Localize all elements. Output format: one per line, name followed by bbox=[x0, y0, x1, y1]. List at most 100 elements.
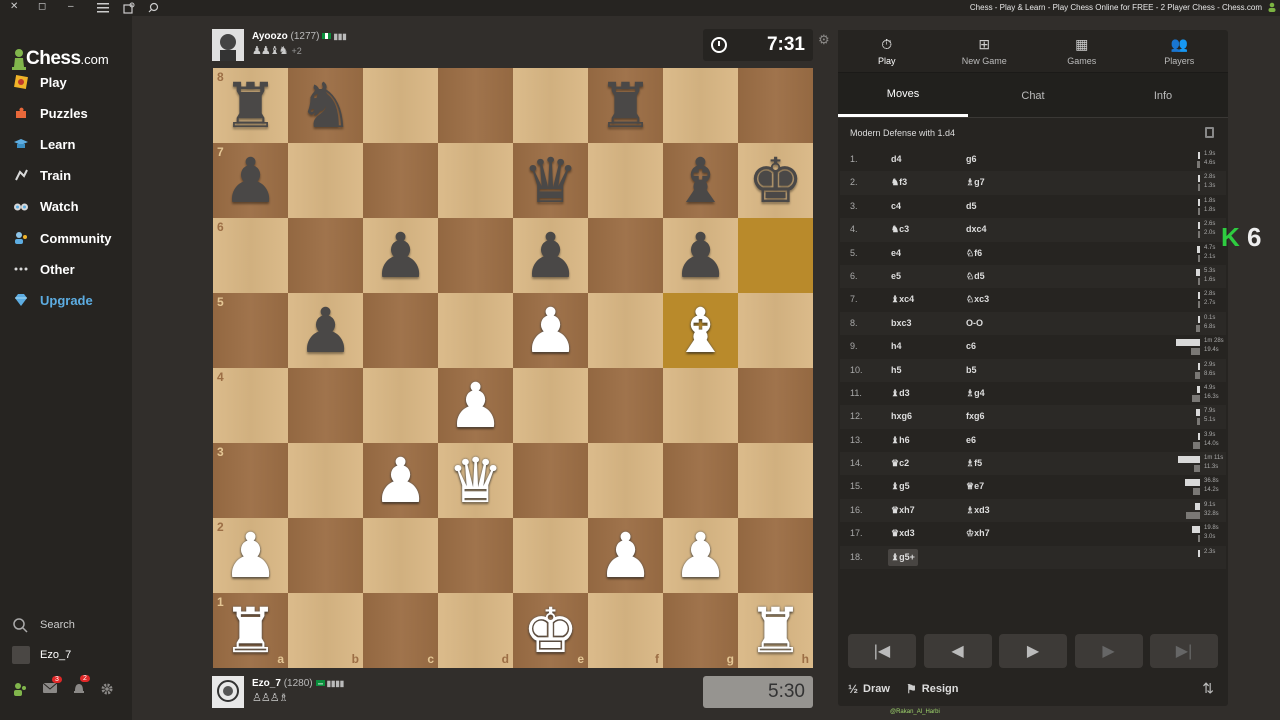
black-pawn-a7[interactable]: ♟ bbox=[213, 143, 288, 218]
square-c8[interactable] bbox=[363, 68, 438, 143]
white-move[interactable]: ♞f3 bbox=[888, 177, 910, 188]
white-rook-a1[interactable]: ♜ bbox=[213, 593, 288, 668]
white-king-e1[interactable]: ♚ bbox=[513, 593, 588, 668]
square-h6[interactable] bbox=[738, 218, 813, 293]
white-pawn-c3[interactable]: ♟ bbox=[363, 443, 438, 518]
white-move[interactable]: e4 bbox=[888, 248, 904, 258]
opponent-name[interactable]: Ayoozo (1277) ▮▮▮ bbox=[252, 31, 347, 42]
user-profile-icon[interactable] bbox=[1268, 2, 1276, 12]
last-move-button[interactable]: ▶| bbox=[1150, 634, 1218, 668]
square-a4[interactable]: 4 bbox=[213, 368, 288, 443]
square-b3[interactable] bbox=[288, 443, 363, 518]
sidebar-item-train[interactable]: Train bbox=[0, 162, 132, 188]
white-move[interactable]: hxg6 bbox=[888, 411, 915, 421]
square-g4[interactable] bbox=[663, 368, 738, 443]
square-f1[interactable]: f bbox=[588, 593, 663, 668]
draw-button[interactable]: ½ Draw bbox=[848, 682, 890, 696]
next-move-button[interactable]: ▶ bbox=[1074, 634, 1143, 668]
close-window-icon[interactable]: ✕ bbox=[10, 1, 18, 12]
black-move[interactable]: ♘xc3 bbox=[966, 294, 989, 305]
black-move[interactable]: ♗f5 bbox=[966, 458, 982, 469]
square-f5[interactable] bbox=[588, 293, 663, 368]
square-b1[interactable]: b bbox=[288, 593, 363, 668]
extensions-icon[interactable] bbox=[123, 2, 135, 14]
black-move[interactable]: dxc4 bbox=[966, 224, 987, 234]
black-pawn-e6[interactable]: ♟ bbox=[513, 218, 588, 293]
square-b7[interactable] bbox=[288, 143, 363, 218]
white-pawn-f2[interactable]: ♟ bbox=[588, 518, 663, 593]
flip-board-icon[interactable]: ⇅ bbox=[1202, 680, 1214, 697]
square-e3[interactable] bbox=[513, 443, 588, 518]
square-f6[interactable] bbox=[588, 218, 663, 293]
square-f7[interactable] bbox=[588, 143, 663, 218]
white-move[interactable]: ♛c2 bbox=[888, 458, 912, 469]
board-settings-gear-icon[interactable]: ⚙ bbox=[818, 32, 830, 48]
copy-pgn-icon[interactable] bbox=[1205, 127, 1214, 138]
black-move[interactable]: ♕e7 bbox=[966, 481, 984, 492]
square-h5[interactable] bbox=[738, 293, 813, 368]
subtab-moves[interactable]: Moves bbox=[838, 74, 968, 117]
black-pawn-b5[interactable]: ♟ bbox=[288, 293, 363, 368]
black-move[interactable]: ♗xd3 bbox=[966, 505, 990, 516]
white-move[interactable]: ♝d3 bbox=[888, 388, 913, 399]
square-d6[interactable] bbox=[438, 218, 513, 293]
white-bishop-g5[interactable]: ♝ bbox=[663, 293, 738, 368]
sidebar-item-puzzles[interactable]: Puzzles bbox=[0, 100, 132, 126]
square-h4[interactable] bbox=[738, 368, 813, 443]
square-f3[interactable] bbox=[588, 443, 663, 518]
sidebar-item-community[interactable]: Community bbox=[0, 225, 132, 251]
white-pawn-d4[interactable]: ♟ bbox=[438, 368, 513, 443]
white-move[interactable]: ♞c3 bbox=[888, 224, 912, 235]
black-queen-e7[interactable]: ♛ bbox=[513, 143, 588, 218]
black-move[interactable]: ♘d5 bbox=[966, 271, 985, 282]
black-move[interactable]: b5 bbox=[966, 365, 977, 375]
white-move[interactable]: e5 bbox=[888, 271, 904, 281]
square-g3[interactable] bbox=[663, 443, 738, 518]
square-d8[interactable] bbox=[438, 68, 513, 143]
square-b4[interactable] bbox=[288, 368, 363, 443]
square-e2[interactable] bbox=[513, 518, 588, 593]
square-b2[interactable] bbox=[288, 518, 363, 593]
black-move[interactable]: ♗g4 bbox=[966, 388, 985, 399]
zoom-icon[interactable] bbox=[148, 2, 159, 13]
sidebar-user[interactable]: Ezo_7 bbox=[0, 644, 132, 666]
square-c2[interactable] bbox=[363, 518, 438, 593]
black-move[interactable]: e6 bbox=[966, 435, 976, 445]
white-pawn-e5[interactable]: ♟ bbox=[513, 293, 588, 368]
bell-icon[interactable]: 2 bbox=[72, 674, 90, 698]
black-move[interactable]: fxg6 bbox=[966, 411, 985, 421]
square-c1[interactable]: c bbox=[363, 593, 438, 668]
black-pawn-g6[interactable]: ♟ bbox=[663, 218, 738, 293]
square-h3[interactable] bbox=[738, 443, 813, 518]
white-move[interactable]: ♝g5 bbox=[888, 481, 913, 492]
white-move[interactable]: ♛xh7 bbox=[888, 505, 918, 516]
square-e4[interactable] bbox=[513, 368, 588, 443]
tab-play[interactable]: ⏱ Play bbox=[838, 30, 936, 72]
resign-button[interactable]: ⚑ Resign bbox=[906, 682, 958, 696]
tab-games[interactable]: ▦ Games bbox=[1033, 30, 1131, 72]
square-g8[interactable] bbox=[663, 68, 738, 143]
restore-window-icon[interactable]: ◻ bbox=[38, 1, 46, 12]
black-bishop-g7[interactable]: ♝ bbox=[663, 143, 738, 218]
square-b6[interactable] bbox=[288, 218, 363, 293]
white-move[interactable]: d4 bbox=[888, 154, 905, 164]
square-e8[interactable] bbox=[513, 68, 588, 143]
chess-board[interactable]: 8 7 6 5 4 3 2 1 a b c d e f g h ♜ ♞ ♜ ♟ ♛ ♝ ♚ ♟ ♟ ♟ ♟ ♟ ♝ ♟ ♟ ♛ ♟ ♟ ♟ ♜ ♚ ♜ bbox=[213, 68, 813, 668]
square-a5[interactable]: 5 bbox=[213, 293, 288, 368]
opening-name[interactable]: Modern Defense with 1.d4 bbox=[850, 128, 955, 138]
tab-new-game[interactable]: ⊞ New Game bbox=[936, 30, 1034, 72]
white-move[interactable]: ♝h6 bbox=[888, 435, 913, 446]
self-name[interactable]: Ezo_7 (1280) ▮▮▮▮ bbox=[252, 678, 344, 689]
previous-move-button[interactable]: ◀ bbox=[923, 634, 992, 668]
white-rook-h1[interactable]: ♜ bbox=[738, 593, 813, 668]
square-a3[interactable]: 3 bbox=[213, 443, 288, 518]
black-pawn-c6[interactable]: ♟ bbox=[363, 218, 438, 293]
square-f4[interactable] bbox=[588, 368, 663, 443]
menu-icon[interactable] bbox=[97, 2, 109, 13]
square-c5[interactable] bbox=[363, 293, 438, 368]
minimize-window-icon[interactable]: – bbox=[68, 1, 74, 12]
black-move[interactable]: g6 bbox=[966, 154, 977, 164]
messages-icon[interactable]: 3 bbox=[42, 675, 62, 697]
subtab-chat[interactable]: Chat bbox=[968, 74, 1098, 117]
black-move[interactable]: O-O bbox=[966, 318, 983, 328]
